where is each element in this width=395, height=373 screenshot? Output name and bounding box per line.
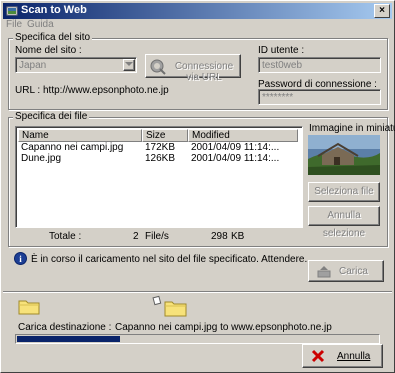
globe-search-icon [150,59,166,75]
size-unit: KB [231,231,245,242]
password-value: ******** [262,92,294,103]
upload-button[interactable]: Carica [308,260,384,282]
file-modified: 2001/04/09 11:14:... [191,153,280,164]
separator [3,291,392,293]
title-bar[interactable]: Scan to Web × [3,3,392,19]
connect-via-url-button[interactable]: Connessione via URL [145,54,241,83]
menu-file[interactable]: File [6,19,22,30]
info-icon: i [14,252,27,265]
cancel-selection-button[interactable]: Annulla selezione [308,206,380,239]
window-title: Scan to Web [21,4,87,16]
select-file-button[interactable]: Seleziona file [308,182,380,202]
upload-progress-bar [15,334,380,344]
user-id-label: ID utente : [258,45,305,56]
total-label: Totale : [49,231,82,242]
status-message: È in corso il caricamento nel sito del f… [31,254,308,265]
files-group: Specifica dei file Name Size Modified Ca… [8,111,395,247]
file-modified: 2001/04/09 11:14:... [191,142,280,153]
column-header-name[interactable]: Name [18,129,142,142]
site-name-value: Japan [19,60,47,71]
site-name-dropdown[interactable]: Japan [15,57,137,73]
destination-label: Carica destinazione : [18,322,112,333]
upload-progress-fill [17,336,121,342]
total-size: 298 [211,231,228,242]
destination-folder-icon [152,295,187,317]
menu-guida[interactable]: Guida [27,19,54,30]
column-header-modified[interactable]: Modified [188,129,298,142]
app-icon [6,6,18,16]
user-id-field[interactable]: test0web [258,57,381,73]
thumbnail-label: Immagine in miniatura [309,123,395,134]
file-name: Dune.jpg [21,153,62,164]
site-name-label: Nome del sito : [15,45,82,56]
site-group-label: Specifica del sito [13,32,93,43]
files-group-label: Specifica dei file [13,111,90,122]
red-x-icon [311,349,325,363]
file-size: 126KB [145,153,176,164]
destination-value: Capanno nei campi.jpg to www.epsonphoto.… [115,322,332,333]
chevron-down-icon [125,62,133,66]
table-row[interactable]: Dune.jpg 126KB 2001/04/09 11:14:... [16,153,302,165]
password-field[interactable]: ******** [258,89,381,105]
file-name: Capanno nei campi.jpg [21,142,124,153]
url-label: URL : [15,85,41,96]
menu-bar: File Guida [3,19,392,33]
connect-button-label: Connessione via URL [174,61,234,83]
upload-button-label: Carica [339,266,368,277]
scan-to-web-window: Scan to Web × File Guida Specifica del s… [0,0,395,373]
dropdown-arrow-button[interactable] [123,59,135,71]
site-group: Specifica del sito Nome del sito : Japan… [8,32,388,110]
url-value: http://www.epsonphoto.ne.jp [43,85,169,96]
close-button[interactable]: × [374,4,390,18]
total-count: 2 [133,231,139,242]
file-list[interactable]: Name Size Modified Capanno nei campi.jpg… [15,126,303,228]
source-folder-icon [18,300,40,315]
upload-icon [317,266,331,278]
user-id-value: test0web [262,60,303,71]
thumbnail-image [308,135,380,175]
column-header-size[interactable]: Size [142,129,188,142]
cancel-upload-label: Annulla [337,351,371,362]
files-unit: File/s [145,231,169,242]
file-size: 172KB [145,142,176,153]
cancel-upload-button[interactable]: Annulla [302,344,383,368]
